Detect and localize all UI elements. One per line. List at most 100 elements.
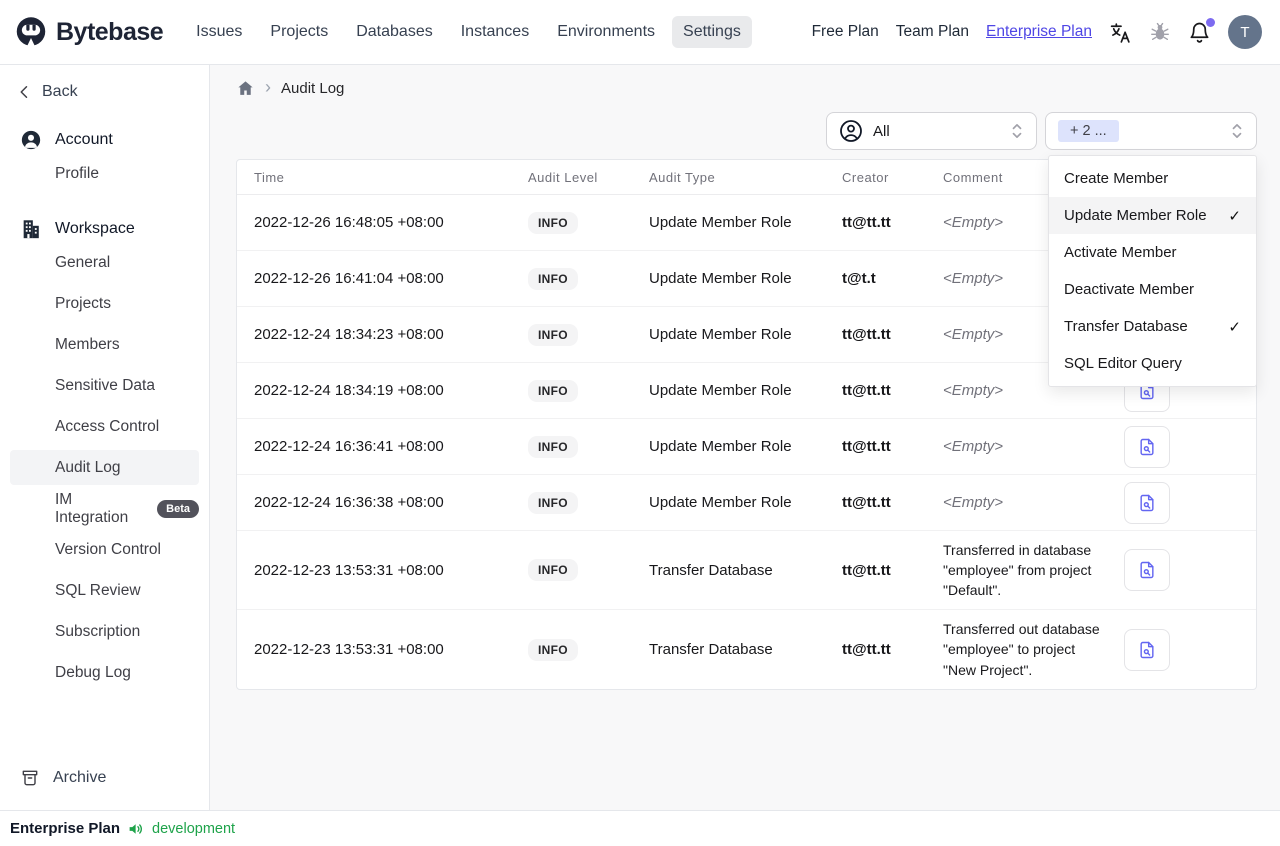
audit-time: 2022-12-24 16:36:41 +08:00 <box>254 438 444 455</box>
sidebar-item-sql-review[interactable]: SQL Review <box>10 573 199 608</box>
filter-bar: All + 2 ... Create Member Update Member … <box>236 112 1257 387</box>
audit-time: 2022-12-24 16:36:38 +08:00 <box>254 494 444 511</box>
back-label: Back <box>42 83 78 100</box>
audit-type: Update Member Role <box>649 438 792 455</box>
top-nav: Bytebase Issues Projects Databases Insta… <box>0 0 1280 65</box>
menu-item-label: Update Member Role <box>1064 207 1207 224</box>
view-payload-button[interactable] <box>1124 481 1170 524</box>
audit-creator: t@t.t <box>842 270 876 287</box>
sidebar-item-access-control[interactable]: Access Control <box>10 409 199 444</box>
sidebar-item-general[interactable]: General <box>10 245 199 280</box>
table-row: 2022-12-24 16:36:41 +08:00 INFO Update M… <box>237 419 1256 475</box>
file-search-icon <box>1140 438 1154 455</box>
audit-comment: <Empty> <box>943 493 1004 511</box>
audit-type: Update Member Role <box>649 382 792 399</box>
workspace-section-title: Workspace <box>55 220 135 237</box>
view-payload-button[interactable] <box>1124 549 1170 591</box>
creator-filter-select[interactable]: All <box>826 112 1037 150</box>
sidebar-item-sensitive-data[interactable]: Sensitive Data <box>10 368 199 403</box>
back-button[interactable]: Back <box>0 79 209 105</box>
audit-time: 2022-12-23 13:53:31 +08:00 <box>254 561 444 579</box>
user-avatar[interactable]: T <box>1228 15 1262 49</box>
bytebase-logo[interactable]: Bytebase <box>14 15 164 49</box>
audit-type: Update Member Role <box>649 326 792 343</box>
table-row: 2022-12-23 13:53:31 +08:00 INFO Transfer… <box>237 610 1256 689</box>
audit-log-page: › Audit Log All + 2 ... Create Member Up… <box>210 65 1280 810</box>
menu-item-transfer-database[interactable]: Transfer Database ✓ <box>1049 308 1256 345</box>
footer-bar: Enterprise Plan development <box>0 810 1280 846</box>
settings-sidebar: Back Account Profile Workspace General P… <box>0 65 210 810</box>
home-icon[interactable] <box>236 79 255 98</box>
check-icon: ✓ <box>1228 207 1241 225</box>
nav-issues[interactable]: Issues <box>185 16 253 48</box>
sidebar-item-debug-log[interactable]: Debug Log <box>10 655 199 690</box>
audit-level-badge: INFO <box>528 379 578 402</box>
sidebar-item-subscription[interactable]: Subscription <box>10 614 199 649</box>
enterprise-plan-link[interactable]: Enterprise Plan <box>986 23 1092 41</box>
sidebar-item-audit-log[interactable]: Audit Log <box>10 450 199 485</box>
building-icon <box>20 218 42 240</box>
translate-icon[interactable] <box>1109 21 1132 44</box>
audit-level-badge: INFO <box>528 638 578 661</box>
audit-creator: tt@tt.tt <box>842 382 891 399</box>
notification-dot <box>1206 17 1215 27</box>
file-search-icon <box>1140 561 1154 579</box>
audit-creator: tt@tt.tt <box>842 494 891 511</box>
menu-item-update-member-role[interactable]: Update Member Role ✓ <box>1049 197 1256 234</box>
main-nav-links: Issues Projects Databases Instances Envi… <box>185 16 752 48</box>
nav-instances[interactable]: Instances <box>450 16 540 48</box>
chevron-up-down-icon <box>1230 121 1244 141</box>
sidebar-item-profile[interactable]: Profile <box>10 156 199 191</box>
audit-creator: tt@tt.tt <box>842 438 891 455</box>
speaker-icon <box>127 820 145 838</box>
audit-level-badge: INFO <box>528 435 578 458</box>
breadcrumb: › Audit Log <box>236 75 1257 101</box>
free-plan-label[interactable]: Free Plan <box>812 23 879 41</box>
menu-item-create-member[interactable]: Create Member <box>1049 160 1256 197</box>
audit-type-filter-select[interactable]: + 2 ... <box>1045 112 1257 150</box>
breadcrumb-separator: › <box>265 76 271 97</box>
workspace-section-header: Workspace <box>0 216 209 242</box>
nav-settings[interactable]: Settings <box>672 16 752 48</box>
menu-item-label: SQL Editor Query <box>1064 355 1182 372</box>
audit-type: Update Member Role <box>649 270 792 287</box>
sidebar-item-projects[interactable]: Projects <box>10 286 199 321</box>
col-header-audit-level: Audit Level <box>528 169 598 185</box>
menu-item-label: Activate Member <box>1064 244 1177 261</box>
menu-item-sql-editor-query[interactable]: SQL Editor Query <box>1049 345 1256 382</box>
nav-projects[interactable]: Projects <box>259 16 339 48</box>
audit-level-badge: INFO <box>528 267 578 290</box>
audit-level-badge: INFO <box>528 211 578 234</box>
user-circle-icon <box>839 119 863 143</box>
audit-type: Transfer Database <box>649 561 773 579</box>
sidebar-item-version-control[interactable]: Version Control <box>10 532 199 567</box>
col-header-time: Time <box>254 169 285 185</box>
nav-environments[interactable]: Environments <box>546 16 666 48</box>
account-section-title: Account <box>55 131 113 148</box>
view-payload-button[interactable] <box>1124 628 1170 671</box>
environment-label: development <box>152 820 236 837</box>
menu-item-deactivate-member[interactable]: Deactivate Member <box>1049 271 1256 308</box>
sidebar-item-members[interactable]: Members <box>10 327 199 362</box>
notifications-bell-icon[interactable] <box>1188 17 1215 44</box>
bug-report-icon[interactable] <box>1149 21 1171 43</box>
nav-databases[interactable]: Databases <box>345 16 444 48</box>
audit-comment: <Empty> <box>943 437 1004 455</box>
chevron-up-down-icon <box>1010 121 1024 141</box>
audit-time: 2022-12-26 16:41:04 +08:00 <box>254 270 444 287</box>
team-plan-label[interactable]: Team Plan <box>896 23 969 41</box>
audit-time: 2022-12-26 16:48:05 +08:00 <box>254 214 444 231</box>
menu-item-label: Transfer Database <box>1064 318 1188 335</box>
audit-creator: tt@tt.tt <box>842 641 891 658</box>
archive-button[interactable]: Archive <box>0 758 209 798</box>
file-search-icon <box>1140 494 1154 511</box>
menu-item-activate-member[interactable]: Activate Member <box>1049 234 1256 271</box>
col-header-audit-type: Audit Type <box>649 169 716 185</box>
audit-type: Update Member Role <box>649 214 792 231</box>
view-payload-button[interactable] <box>1124 425 1170 468</box>
archive-box-icon <box>22 770 38 786</box>
breadcrumb-current-page: Audit Log <box>281 79 345 97</box>
menu-item-label: Create Member <box>1064 170 1169 187</box>
sidebar-item-im-integration[interactable]: IM Integration Beta <box>10 491 199 526</box>
audit-time: 2022-12-23 13:53:31 +08:00 <box>254 641 444 658</box>
